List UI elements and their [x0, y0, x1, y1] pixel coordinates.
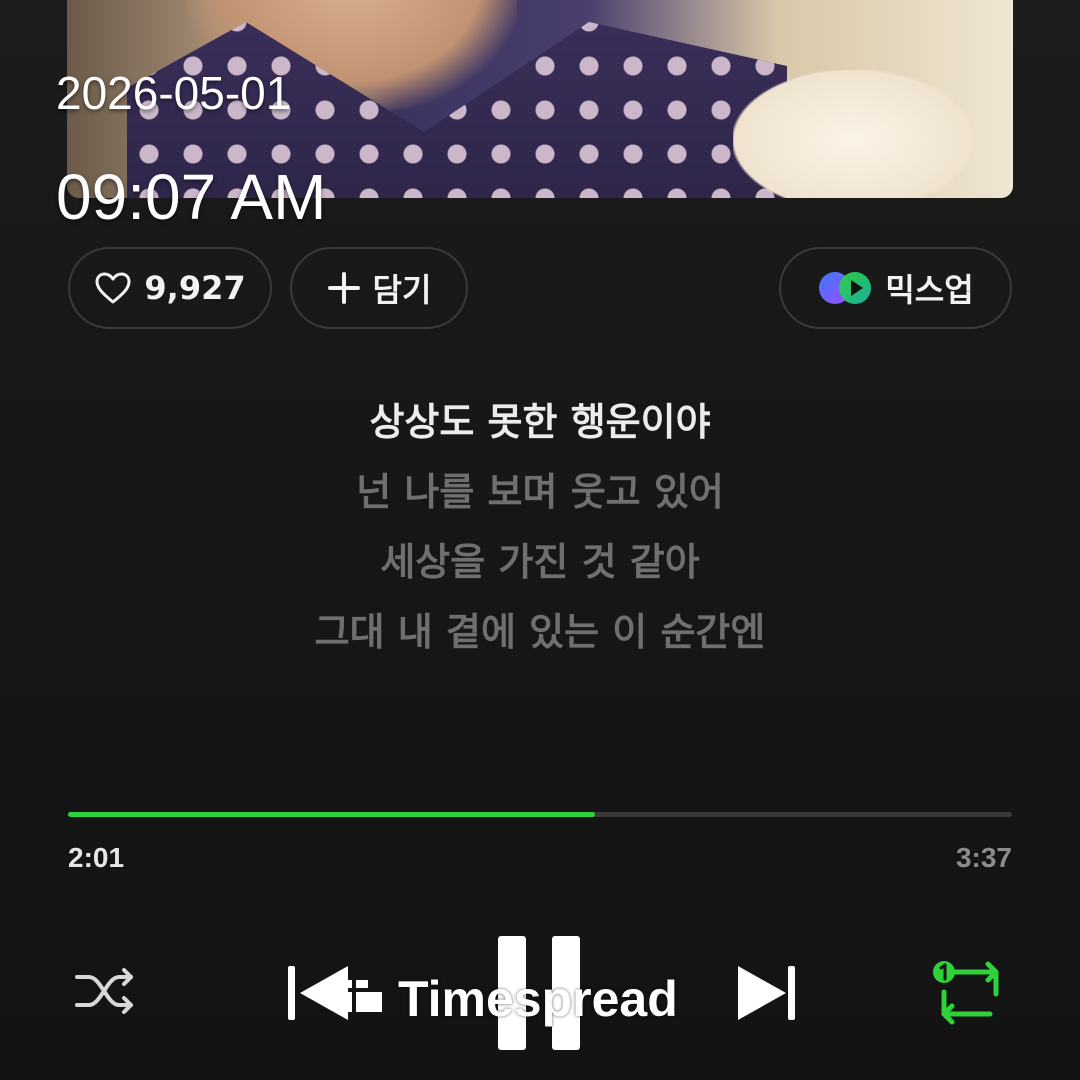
lyric-line[interactable]: 세상을 가진 것 같아 [0, 532, 1080, 602]
watermark-text: Timespread [398, 971, 678, 1027]
overlay-date: 2026-05-01 [56, 67, 292, 119]
lyrics-panel[interactable]: 상상도 못한 행운이야 넌 나를 보며 웃고 있어 세상을 가진 것 같아 그대… [0, 392, 1080, 672]
repeat-one-icon [930, 958, 1010, 1032]
add-label: 담기 [372, 271, 432, 309]
lyric-line-current[interactable]: 상상도 못한 행운이야 [0, 392, 1080, 462]
shuffle-button[interactable] [70, 962, 142, 1024]
add-to-playlist-button[interactable]: 담기 [290, 247, 468, 329]
mixup-logo-icon [817, 268, 873, 308]
like-count: 9,927 [144, 269, 246, 307]
shuffle-icon [73, 965, 139, 1021]
overlay-time: 09:07 AM [56, 161, 327, 233]
player-screen: 2026-05-01 09:07 AM 9,927 담기 믹스업 상상도 못한 … [0, 0, 1080, 1080]
lyric-line[interactable]: 그대 내 곁에 있는 이 순간엔 [0, 602, 1080, 672]
next-track-button[interactable] [734, 962, 800, 1028]
progress-fill [68, 812, 595, 817]
elapsed-time: 2:01 [68, 842, 125, 873]
like-button[interactable]: 9,927 [68, 247, 272, 329]
total-time: 3:37 [955, 842, 1012, 873]
progress-bar[interactable] [68, 812, 1012, 817]
heart-outline-icon [94, 271, 132, 305]
mixup-label: 믹스업 [885, 271, 974, 309]
repeat-one-button[interactable] [930, 960, 1010, 1030]
album-art-cloth [733, 70, 973, 198]
watermark: Timespread [340, 970, 678, 1028]
mixup-button[interactable]: 믹스업 [779, 247, 1012, 329]
plus-icon [327, 271, 361, 305]
watermark-logo-icon [340, 970, 384, 1028]
lyric-line[interactable]: 넌 나를 보며 웃고 있어 [0, 462, 1080, 532]
skip-next-icon [734, 960, 800, 1030]
